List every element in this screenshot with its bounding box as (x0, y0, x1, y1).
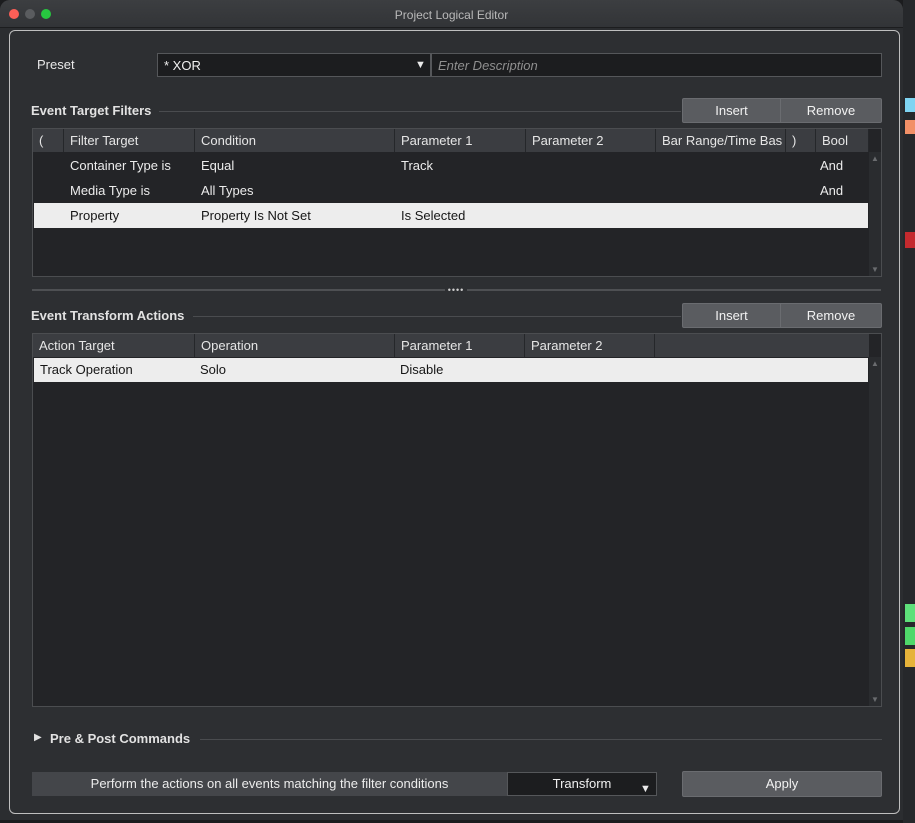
background-track-marker (905, 232, 915, 248)
table-row-selected[interactable]: Track Operation Solo Disable (34, 358, 868, 382)
filter-target-cell[interactable]: Container Type is (70, 153, 171, 178)
preset-label: Preset (37, 57, 75, 72)
filter-target-cell[interactable]: Property (70, 203, 119, 228)
column-header-parameter-2[interactable]: Parameter 2 (525, 334, 655, 357)
actions-table: Action Target Operation Parameter 1 Para… (32, 333, 882, 707)
actions-section-title: Event Transform Actions (31, 308, 185, 323)
background-track-marker (905, 604, 915, 622)
column-header-condition[interactable]: Condition (195, 129, 395, 152)
function-dropdown[interactable]: Transform ▼ (507, 772, 657, 796)
column-header-close-paren[interactable]: ) (786, 129, 816, 152)
filters-insert-button[interactable]: Insert (682, 98, 781, 123)
scroll-down-icon[interactable]: ▼ (871, 265, 879, 274)
splitter-grip-icon[interactable]: •••• (445, 286, 467, 295)
perform-description: Perform the actions on all events matchi… (32, 772, 507, 796)
apply-button[interactable]: Apply (682, 771, 882, 797)
window-title: Project Logical Editor (394, 8, 509, 22)
pre-post-commands-toggle[interactable]: Pre & Post Commands (50, 731, 190, 746)
background-track-marker (905, 120, 915, 134)
filter-target-cell[interactable]: Media Type is (70, 178, 150, 203)
scroll-up-icon[interactable]: ▲ (871, 154, 879, 163)
scroll-up-icon[interactable]: ▲ (871, 359, 879, 368)
operation-cell[interactable]: Solo (200, 358, 226, 382)
section-divider (193, 316, 681, 317)
bool-cell[interactable]: And (820, 153, 843, 178)
condition-cell[interactable]: Equal (201, 153, 234, 178)
column-header-filter-target[interactable]: Filter Target (64, 129, 195, 152)
column-header-bool[interactable]: Bool (816, 129, 869, 152)
column-header-action-target[interactable]: Action Target (33, 334, 195, 357)
filters-remove-button[interactable]: Remove (780, 98, 882, 123)
chevron-down-icon: ▼ (415, 59, 426, 71)
function-value: Transform (552, 776, 612, 791)
filters-table: ( Filter Target Condition Parameter 1 Pa… (32, 128, 882, 277)
column-header-operation[interactable]: Operation (195, 334, 395, 357)
filters-table-header: ( Filter Target Condition Parameter 1 Pa… (33, 129, 869, 152)
background-track-marker (905, 98, 915, 112)
background-track-marker (905, 627, 915, 645)
section-divider (200, 739, 882, 740)
column-header-parameter-2[interactable]: Parameter 2 (526, 129, 656, 152)
actions-table-header: Action Target Operation Parameter 1 Para… (33, 334, 869, 357)
chevron-down-icon: ▼ (640, 783, 651, 795)
actions-scrollbar[interactable]: ▲ ▼ (869, 357, 881, 706)
title-bar[interactable]: Project Logical Editor (0, 0, 903, 28)
scroll-down-icon[interactable]: ▼ (871, 695, 879, 704)
actions-remove-button[interactable]: Remove (780, 303, 882, 328)
preset-dropdown[interactable]: * XOR ▼ (157, 53, 431, 77)
action-target-cell[interactable]: Track Operation (40, 358, 133, 382)
column-header-parameter-1[interactable]: Parameter 1 (395, 334, 525, 357)
column-header-open-paren[interactable]: ( (33, 129, 64, 152)
parameter-1-cell[interactable]: Track (401, 153, 433, 178)
triangle-right-icon[interactable]: ▶ (34, 732, 42, 743)
bool-cell[interactable]: And (820, 178, 843, 203)
project-logical-editor-window: Project Logical Editor Preset * XOR ▼ Ev… (0, 0, 903, 820)
parameter-1-cell[interactable]: Is Selected (401, 203, 465, 228)
filters-scrollbar[interactable]: ▲ ▼ (869, 152, 881, 276)
condition-cell[interactable]: Property Is Not Set (201, 203, 311, 228)
background-track-marker (905, 649, 915, 667)
parameter-1-cell[interactable]: Disable (400, 358, 443, 382)
section-divider (159, 111, 681, 112)
preset-description-input[interactable] (431, 53, 882, 77)
table-row[interactable]: Media Type is All Types And (34, 178, 868, 203)
table-row[interactable]: Container Type is Equal Track And (34, 153, 868, 178)
column-header-parameter-1[interactable]: Parameter 1 (395, 129, 526, 152)
preset-value: * XOR (164, 58, 201, 73)
table-row-selected[interactable]: Property Property Is Not Set Is Selected (34, 203, 868, 228)
actions-insert-button[interactable]: Insert (682, 303, 781, 328)
column-header-bar-range[interactable]: Bar Range/Time Bas (656, 129, 786, 152)
editor-panel: Preset * XOR ▼ Event Target Filters Inse… (9, 30, 900, 814)
filters-section-title: Event Target Filters (31, 103, 152, 118)
condition-cell[interactable]: All Types (201, 178, 254, 203)
